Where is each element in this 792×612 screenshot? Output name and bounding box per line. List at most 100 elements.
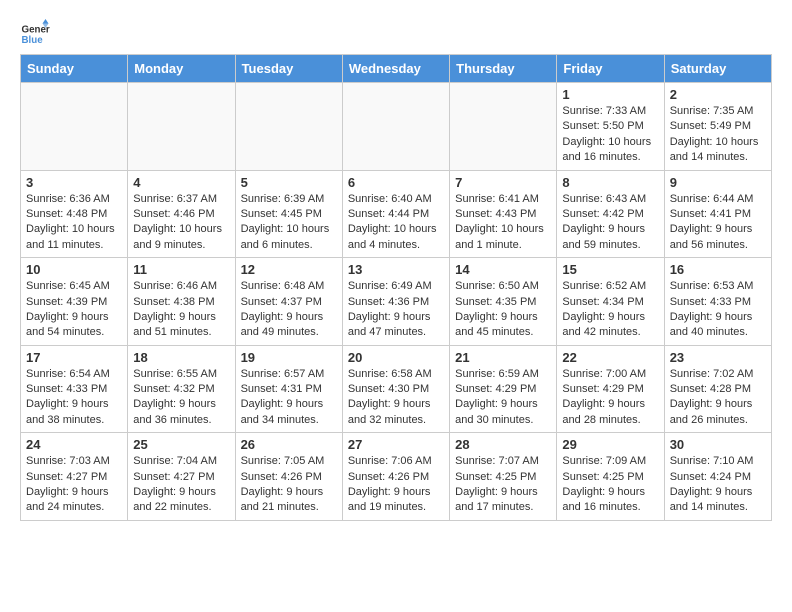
day-info: Sunrise: 6:40 AMSunset: 4:44 PMDaylight:… [348, 192, 444, 254]
calendar-cell [128, 83, 235, 171]
day-number: 10 [26, 262, 122, 277]
day-number: 15 [562, 262, 658, 277]
calendar-header-row: SundayMondayTuesdayWednesdayThursdayFrid… [21, 55, 772, 83]
day-info: Sunrise: 6:53 AMSunset: 4:33 PMDaylight:… [670, 279, 766, 341]
day-number: 1 [562, 87, 658, 102]
calendar-cell: 19 Sunrise: 6:57 AMSunset: 4:31 PMDayligh… [235, 345, 342, 433]
day-number: 26 [241, 437, 337, 452]
calendar-cell: 23Sunrise: 7:02 AMSunset: 4:28 PMDayligh… [664, 345, 771, 433]
calendar-cell: 6 Sunrise: 6:40 AMSunset: 4:44 PMDaylight… [342, 170, 449, 258]
day-info: Sunrise: 7:35 AMSunset: 5:49 PMDaylight:… [670, 104, 766, 166]
calendar-cell: 26 Sunrise: 7:05 AMSunset: 4:26 PMDayligh… [235, 433, 342, 521]
calendar-cell: 2 Sunrise: 7:35 AMSunset: 5:49 PMDaylight… [664, 83, 771, 171]
day-info: Sunrise: 7:09 AMSunset: 4:25 PMDaylight:… [562, 454, 658, 516]
calendar-cell: 24 Sunrise: 7:03 AMSunset: 4:27 PMDayligh… [21, 433, 128, 521]
day-number: 21 [455, 350, 551, 365]
day-number: 14 [455, 262, 551, 277]
calendar-day-header: Monday [128, 55, 235, 83]
day-info: Sunrise: 6:41 AMSunset: 4:43 PMDaylight:… [455, 192, 551, 254]
calendar-cell: 21 Sunrise: 6:59 AMSunset: 4:29 PMDayligh… [450, 345, 557, 433]
day-info: Sunrise: 7:00 AMSunset: 4:29 PMDaylight:… [562, 367, 658, 429]
day-info: Sunrise: 7:07 AMSunset: 4:25 PMDaylight:… [455, 454, 551, 516]
calendar-cell: 17 Sunrise: 6:54 AMSunset: 4:33 PMDayligh… [21, 345, 128, 433]
day-info: Sunrise: 7:33 AMSunset: 5:50 PMDaylight:… [562, 104, 658, 166]
day-info: Sunrise: 6:59 AMSunset: 4:29 PMDaylight:… [455, 367, 551, 429]
day-info: Sunrise: 6:57 AMSunset: 4:31 PMDaylight:… [241, 367, 337, 429]
calendar-cell [450, 83, 557, 171]
calendar-cell: 1 Sunrise: 7:33 AMSunset: 5:50 PMDaylight… [557, 83, 664, 171]
calendar-cell: 22 Sunrise: 7:00 AMSunset: 4:29 PMDayligh… [557, 345, 664, 433]
logo: General Blue [20, 16, 54, 46]
calendar-day-header: Thursday [450, 55, 557, 83]
day-number: 17 [26, 350, 122, 365]
calendar-cell: 28 Sunrise: 7:07 AMSunset: 4:25 PMDayligh… [450, 433, 557, 521]
day-number: 4 [133, 175, 229, 190]
calendar-cell: 10 Sunrise: 6:45 AMSunset: 4:39 PMDayligh… [21, 258, 128, 346]
day-info: Sunrise: 7:04 AMSunset: 4:27 PMDaylight:… [133, 454, 229, 516]
calendar-cell: 5 Sunrise: 6:39 AMSunset: 4:45 PMDaylight… [235, 170, 342, 258]
day-number: 9 [670, 175, 766, 190]
day-info: Sunrise: 6:36 AMSunset: 4:48 PMDaylight:… [26, 192, 122, 254]
day-number: 20 [348, 350, 444, 365]
day-number: 16 [670, 262, 766, 277]
day-number: 3 [26, 175, 122, 190]
day-number: 30 [670, 437, 766, 452]
calendar-day-header: Sunday [21, 55, 128, 83]
day-info: Sunrise: 7:03 AMSunset: 4:27 PMDaylight:… [26, 454, 122, 516]
calendar-cell: 7 Sunrise: 6:41 AMSunset: 4:43 PMDaylight… [450, 170, 557, 258]
day-number: 19 [241, 350, 337, 365]
day-info: Sunrise: 7:02 AMSunset: 4:28 PMDaylight:… [670, 367, 766, 429]
logo-icon: General Blue [20, 16, 50, 46]
calendar-cell: 15 Sunrise: 6:52 AMSunset: 4:34 PMDayligh… [557, 258, 664, 346]
calendar-cell [342, 83, 449, 171]
calendar-day-header: Tuesday [235, 55, 342, 83]
day-number: 2 [670, 87, 766, 102]
day-number: 11 [133, 262, 229, 277]
calendar-cell: 4 Sunrise: 6:37 AMSunset: 4:46 PMDaylight… [128, 170, 235, 258]
calendar-cell: 16 Sunrise: 6:53 AMSunset: 4:33 PMDayligh… [664, 258, 771, 346]
day-number: 18 [133, 350, 229, 365]
calendar-cell: 3 Sunrise: 6:36 AMSunset: 4:48 PMDaylight… [21, 170, 128, 258]
calendar-day-header: Wednesday [342, 55, 449, 83]
day-number: 24 [26, 437, 122, 452]
day-number: 28 [455, 437, 551, 452]
svg-text:Blue: Blue [22, 35, 44, 46]
calendar-cell: 14 Sunrise: 6:50 AMSunset: 4:35 PMDayligh… [450, 258, 557, 346]
day-info: Sunrise: 6:55 AMSunset: 4:32 PMDaylight:… [133, 367, 229, 429]
calendar-cell: 13 Sunrise: 6:49 AMSunset: 4:36 PMDayligh… [342, 258, 449, 346]
day-number: 27 [348, 437, 444, 452]
day-number: 5 [241, 175, 337, 190]
calendar-day-header: Friday [557, 55, 664, 83]
calendar-cell: 11Sunrise: 6:46 AMSunset: 4:38 PMDayligh… [128, 258, 235, 346]
day-number: 12 [241, 262, 337, 277]
day-info: Sunrise: 6:45 AMSunset: 4:39 PMDaylight:… [26, 279, 122, 341]
day-info: Sunrise: 6:37 AMSunset: 4:46 PMDaylight:… [133, 192, 229, 254]
calendar-cell: 27 Sunrise: 7:06 AMSunset: 4:26 PMDayligh… [342, 433, 449, 521]
day-info: Sunrise: 6:48 AMSunset: 4:37 PMDaylight:… [241, 279, 337, 341]
day-info: Sunrise: 6:43 AMSunset: 4:42 PMDaylight:… [562, 192, 658, 254]
day-info: Sunrise: 6:58 AMSunset: 4:30 PMDaylight:… [348, 367, 444, 429]
day-info: Sunrise: 6:39 AMSunset: 4:45 PMDaylight:… [241, 192, 337, 254]
calendar-cell: 12 Sunrise: 6:48 AMSunset: 4:37 PMDayligh… [235, 258, 342, 346]
day-info: Sunrise: 7:06 AMSunset: 4:26 PMDaylight:… [348, 454, 444, 516]
day-number: 25 [133, 437, 229, 452]
day-number: 29 [562, 437, 658, 452]
calendar-day-header: Saturday [664, 55, 771, 83]
day-info: Sunrise: 7:05 AMSunset: 4:26 PMDaylight:… [241, 454, 337, 516]
day-number: 6 [348, 175, 444, 190]
day-number: 13 [348, 262, 444, 277]
calendar-cell: 8Sunrise: 6:43 AMSunset: 4:42 PMDaylight… [557, 170, 664, 258]
day-info: Sunrise: 6:52 AMSunset: 4:34 PMDaylight:… [562, 279, 658, 341]
calendar-cell: 29 Sunrise: 7:09 AMSunset: 4:25 PMDayligh… [557, 433, 664, 521]
day-number: 22 [562, 350, 658, 365]
day-info: Sunrise: 6:54 AMSunset: 4:33 PMDaylight:… [26, 367, 122, 429]
calendar-cell: 30 Sunrise: 7:10 AMSunset: 4:24 PMDayligh… [664, 433, 771, 521]
day-info: Sunrise: 6:50 AMSunset: 4:35 PMDaylight:… [455, 279, 551, 341]
day-number: 7 [455, 175, 551, 190]
day-info: Sunrise: 6:49 AMSunset: 4:36 PMDaylight:… [348, 279, 444, 341]
calendar-cell: 20 Sunrise: 6:58 AMSunset: 4:30 PMDayligh… [342, 345, 449, 433]
calendar-cell: 9Sunrise: 6:44 AMSunset: 4:41 PMDaylight… [664, 170, 771, 258]
day-info: Sunrise: 7:10 AMSunset: 4:24 PMDaylight:… [670, 454, 766, 516]
calendar-cell [235, 83, 342, 171]
calendar-table: SundayMondayTuesdayWednesdayThursdayFrid… [20, 54, 772, 521]
